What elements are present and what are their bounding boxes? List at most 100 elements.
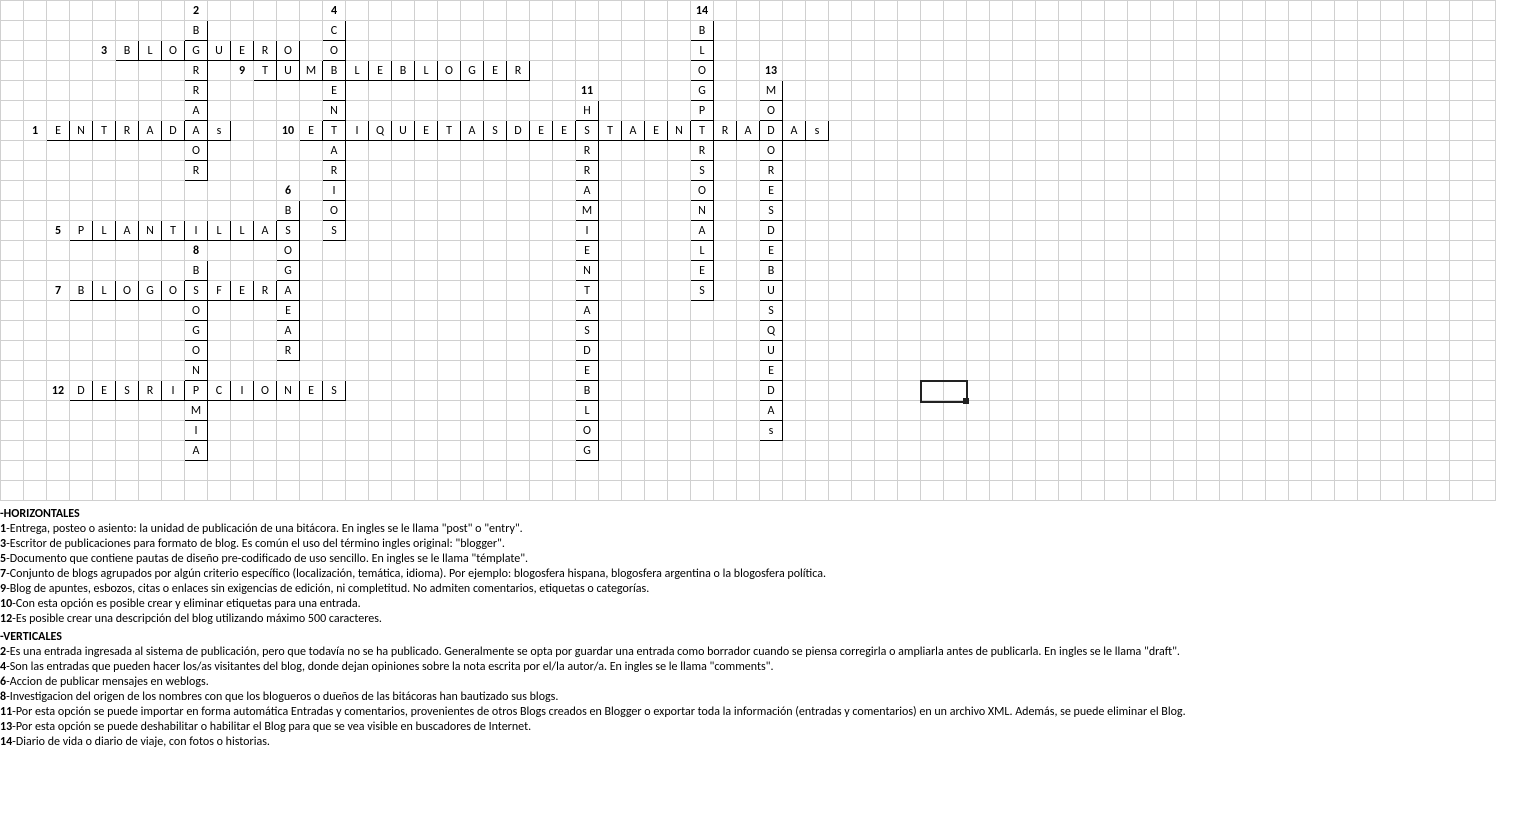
cell[interactable]	[1197, 401, 1220, 421]
cell[interactable]: E	[691, 261, 714, 281]
cell[interactable]	[438, 361, 461, 381]
cell[interactable]	[300, 261, 323, 281]
cell[interactable]	[162, 21, 185, 41]
cell[interactable]	[944, 201, 967, 221]
cell[interactable]	[875, 181, 898, 201]
cell[interactable]	[1312, 321, 1335, 341]
cell[interactable]	[116, 1, 139, 21]
cell[interactable]	[1, 1, 24, 21]
cell[interactable]	[1312, 441, 1335, 461]
cell[interactable]	[461, 221, 484, 241]
cell[interactable]	[1289, 361, 1312, 381]
cell[interactable]	[369, 141, 392, 161]
cell[interactable]: F	[208, 281, 231, 301]
cell[interactable]	[967, 221, 990, 241]
cell[interactable]	[645, 341, 668, 361]
cell[interactable]	[668, 381, 691, 401]
cell[interactable]	[1358, 481, 1381, 501]
cell[interactable]	[553, 161, 576, 181]
cell[interactable]	[1151, 261, 1174, 281]
cell[interactable]: L	[691, 41, 714, 61]
cell[interactable]	[1358, 21, 1381, 41]
cell[interactable]	[1335, 1, 1358, 21]
cell[interactable]: 3	[93, 41, 116, 61]
cell[interactable]	[668, 41, 691, 61]
cell[interactable]: L	[139, 41, 162, 61]
cell[interactable]	[875, 301, 898, 321]
cell[interactable]	[116, 21, 139, 41]
cell[interactable]	[898, 361, 921, 381]
cell[interactable]: E	[530, 121, 553, 141]
cell[interactable]: T	[691, 121, 714, 141]
cell[interactable]	[415, 401, 438, 421]
cell[interactable]	[369, 241, 392, 261]
cell[interactable]	[1358, 301, 1381, 321]
cell[interactable]	[208, 441, 231, 461]
cell[interactable]	[622, 161, 645, 181]
cell[interactable]	[553, 21, 576, 41]
cell[interactable]	[553, 141, 576, 161]
cell[interactable]: E	[415, 121, 438, 141]
cell[interactable]	[1174, 361, 1197, 381]
cell[interactable]	[1059, 301, 1082, 321]
cell[interactable]	[1, 481, 24, 501]
cell[interactable]	[599, 461, 622, 481]
cell[interactable]	[875, 21, 898, 41]
cell[interactable]	[1036, 221, 1059, 241]
cell[interactable]	[346, 481, 369, 501]
cell[interactable]	[852, 41, 875, 61]
cell[interactable]	[622, 41, 645, 61]
cell[interactable]	[1427, 121, 1450, 141]
cell[interactable]	[1381, 381, 1404, 401]
cell[interactable]	[93, 321, 116, 341]
cell[interactable]	[1105, 261, 1128, 281]
cell[interactable]	[1013, 61, 1036, 81]
cell[interactable]	[323, 261, 346, 281]
cell[interactable]	[875, 201, 898, 221]
cell[interactable]	[1358, 161, 1381, 181]
cell[interactable]	[553, 361, 576, 381]
cell[interactable]	[875, 61, 898, 81]
cell[interactable]	[783, 381, 806, 401]
cell[interactable]	[1220, 481, 1243, 501]
cell[interactable]	[1, 301, 24, 321]
cell[interactable]	[829, 101, 852, 121]
cell[interactable]	[691, 361, 714, 381]
cell[interactable]	[1289, 421, 1312, 441]
cell[interactable]	[507, 101, 530, 121]
cell[interactable]	[806, 161, 829, 181]
cell[interactable]	[1312, 61, 1335, 81]
cell[interactable]	[438, 101, 461, 121]
cell[interactable]	[461, 341, 484, 361]
cell[interactable]	[1335, 421, 1358, 441]
cell[interactable]	[967, 201, 990, 221]
cell[interactable]: 12	[47, 381, 70, 401]
cell[interactable]	[1151, 361, 1174, 381]
cell[interactable]	[24, 361, 47, 381]
cell[interactable]	[967, 81, 990, 101]
cell[interactable]	[415, 201, 438, 221]
cell[interactable]	[852, 341, 875, 361]
cell[interactable]	[622, 461, 645, 481]
cell[interactable]	[139, 461, 162, 481]
cell[interactable]	[806, 101, 829, 121]
cell[interactable]	[484, 301, 507, 321]
cell[interactable]	[1059, 361, 1082, 381]
cell[interactable]	[415, 301, 438, 321]
cell[interactable]	[93, 441, 116, 461]
cell[interactable]	[1128, 341, 1151, 361]
cell[interactable]	[553, 341, 576, 361]
cell[interactable]	[93, 1, 116, 21]
cell[interactable]	[415, 21, 438, 41]
cell[interactable]: I	[162, 381, 185, 401]
cell[interactable]	[116, 341, 139, 361]
cell[interactable]	[1358, 121, 1381, 141]
cell[interactable]	[300, 1, 323, 21]
cell[interactable]	[254, 401, 277, 421]
cell[interactable]	[1381, 101, 1404, 121]
cell[interactable]	[967, 161, 990, 181]
cell[interactable]	[1450, 481, 1473, 501]
cell[interactable]	[530, 41, 553, 61]
cell[interactable]	[530, 81, 553, 101]
cell[interactable]	[1013, 121, 1036, 141]
